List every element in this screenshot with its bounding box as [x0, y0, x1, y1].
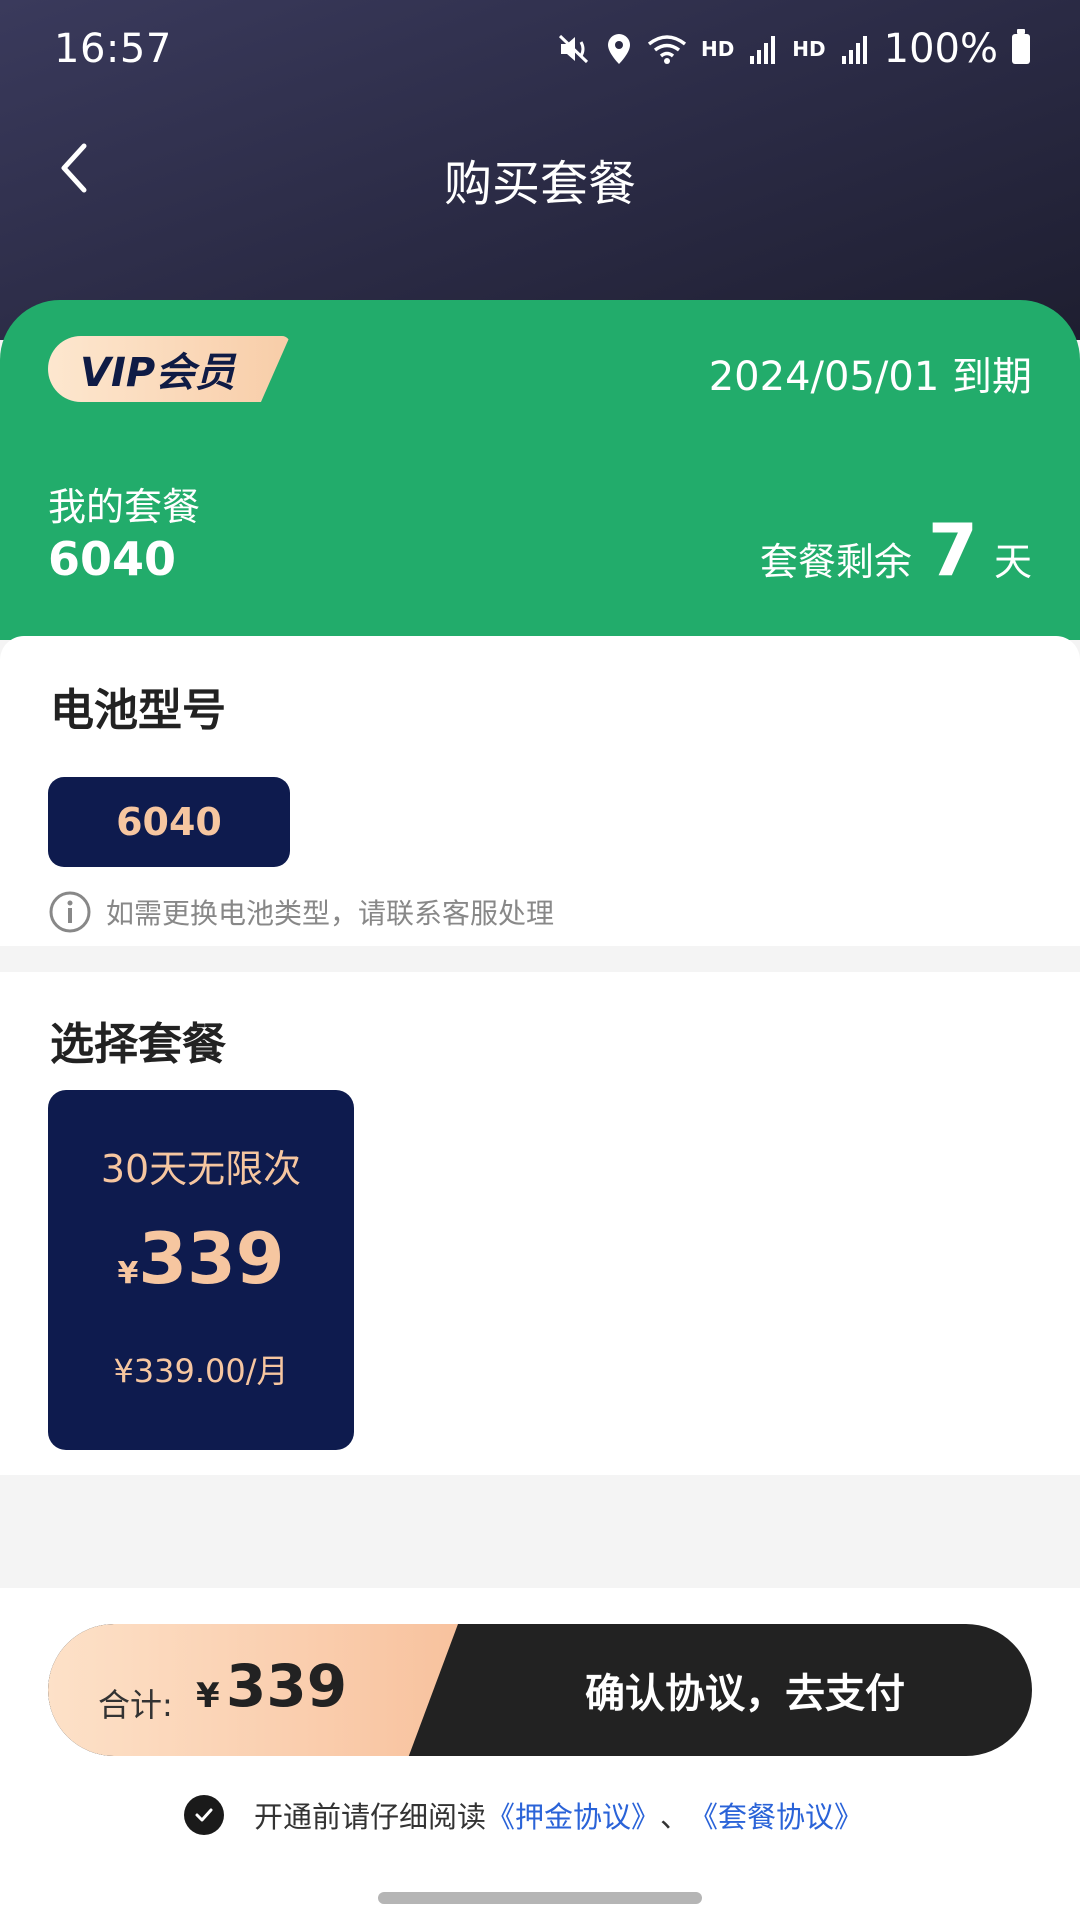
remaining-days: 套餐剩余 7 天 — [760, 508, 1032, 592]
checkout-area: 合计: ¥ 339 确认协议，去支付 开通前请仔细阅读 《押金协议》 、 《套餐… — [0, 1588, 1080, 1920]
battery-icon — [1012, 29, 1030, 64]
battery-section-title: 电池型号 — [50, 685, 226, 736]
remaining-label: 套餐剩余 — [759, 540, 912, 584]
plan-agreement-link[interactable]: 《套餐协议》 — [689, 1794, 863, 1836]
remaining-number: 7 — [927, 508, 978, 592]
plan-amount: 339 — [138, 1218, 285, 1300]
status-icons: HD HD 100% — [557, 24, 1030, 74]
total-amount: 339 — [226, 1652, 348, 1720]
battery-percent: 100% — [883, 26, 998, 72]
plan-monthly-price: ¥339.00/月 — [113, 1352, 289, 1390]
plan-currency: ¥ — [117, 1256, 139, 1291]
hd-label-2: HD — [792, 37, 826, 61]
battery-hint-text: 如需更换电池类型，请联系客服处理 — [106, 897, 555, 930]
status-time: 16:57 — [54, 26, 172, 72]
agreement-row: 开通前请仔细阅读 《押金协议》 、 《套餐协议》 — [184, 1794, 863, 1836]
vip-card: VIP会员 2024/05/01 到期 我的套餐 6040 套餐剩余 7 天 — [0, 300, 1080, 640]
home-indicator[interactable] — [378, 1892, 702, 1904]
my-plan-value: 6040 — [48, 532, 177, 586]
location-icon — [607, 34, 630, 64]
status-bar: 16:57 HD HD 100% — [0, 0, 1080, 100]
mute-icon — [558, 34, 588, 64]
signal-icon — [841, 36, 867, 64]
plan-price: ¥339 — [48, 1218, 354, 1300]
hd-label-1: HD — [700, 37, 735, 61]
my-plan-label: 我的套餐 — [48, 485, 201, 529]
total-label: 合计: — [98, 1686, 173, 1724]
pay-bar: 合计: ¥ 339 确认协议，去支付 — [48, 1624, 1032, 1756]
plan-card[interactable]: 30天无限次 ¥339 ¥339.00/月 — [48, 1090, 354, 1450]
deposit-agreement-link[interactable]: 《押金协议》 — [486, 1794, 660, 1836]
agreement-checkbox[interactable] — [184, 1795, 224, 1835]
battery-hint: 如需更换电池类型，请联系客服处理 — [48, 890, 554, 934]
signal-icon — [750, 36, 776, 64]
remaining-unit: 天 — [993, 540, 1032, 584]
wifi-icon — [647, 35, 687, 64]
battery-model-chip[interactable]: 6040 — [48, 777, 290, 867]
confirm-pay-button[interactable]: 确认协议，去支付 — [458, 1624, 1032, 1756]
total-currency: ¥ — [196, 1676, 220, 1716]
battery-section: 电池型号 6040 如需更换电池类型，请联系客服处理 — [0, 636, 1080, 946]
agreement-prefix: 开通前请仔细阅读 — [254, 1800, 487, 1834]
page-title: 购买套餐 — [443, 156, 636, 212]
check-icon — [195, 1808, 213, 1822]
vip-badge: VIP会员 — [48, 336, 290, 402]
expiry-date: 2024/05/01 到期 — [708, 354, 1032, 400]
plan-section-title: 选择套餐 — [50, 1019, 226, 1070]
plan-name: 30天无限次 — [100, 1147, 302, 1191]
header: 16:57 HD HD 100% 购买套餐 — [0, 0, 1080, 340]
plan-section: 选择套餐 30天无限次 ¥339 ¥339.00/月 — [0, 972, 1080, 1475]
info-icon — [49, 891, 91, 933]
agreement-separator: 、 — [660, 1800, 690, 1834]
